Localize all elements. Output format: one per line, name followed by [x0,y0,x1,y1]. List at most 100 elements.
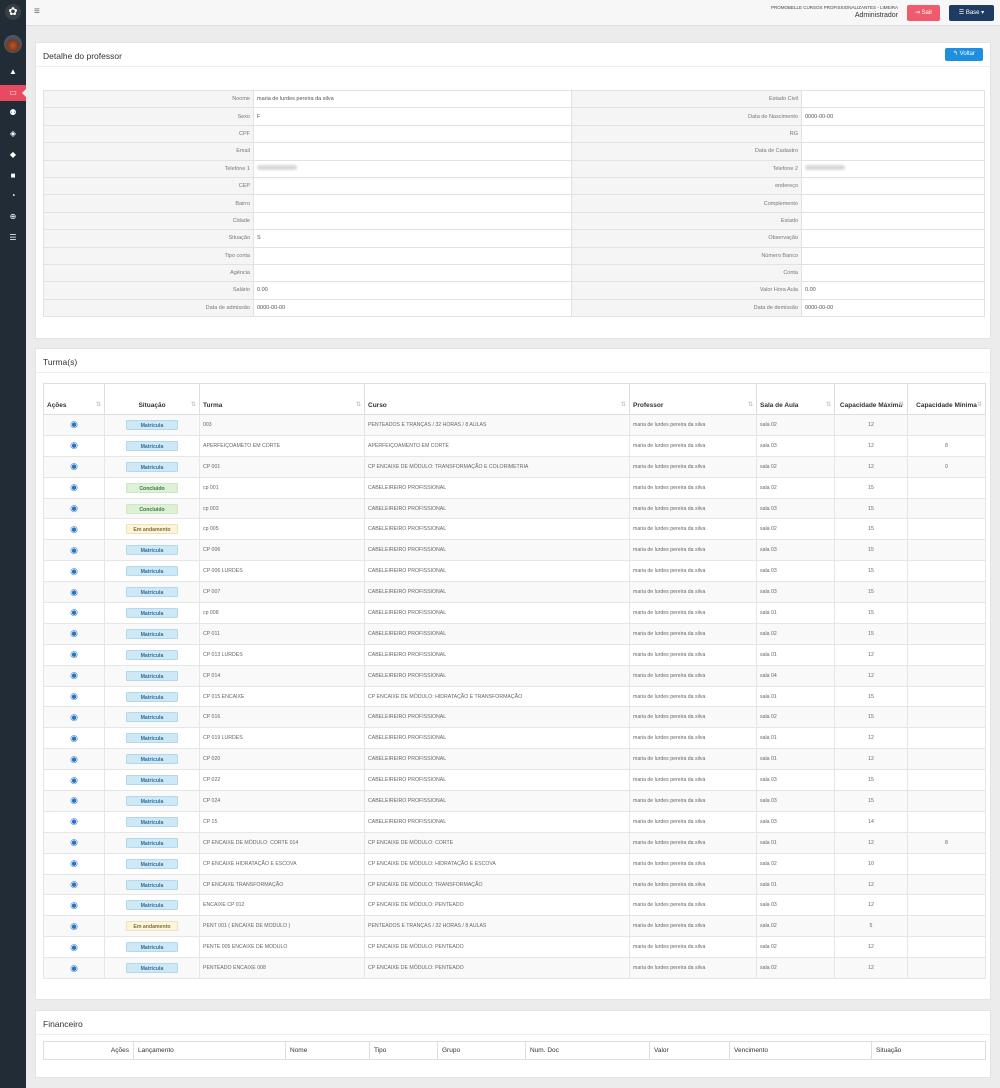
view-eye-icon[interactable]: ◉ [70,419,78,429]
sidebar-item-dashboard[interactable]: ▲ [0,64,26,80]
view-eye-icon[interactable]: ◉ [70,607,78,617]
view-eye-icon[interactable]: ◉ [70,733,78,743]
status-badge: Matricula [126,942,178,953]
detail-value [253,124,572,144]
view-eye-icon[interactable]: ◉ [70,670,78,680]
column-header[interactable]: Curso ⇅ [364,383,630,415]
detail-value [801,124,985,144]
status-badge: Matricula [126,566,178,577]
sidebar-item-users[interactable]: ⚉ [0,105,26,121]
status-badge: Matricula [126,628,178,639]
view-eye-icon[interactable]: ◉ [70,691,78,701]
status-cell: Matricula [104,685,200,708]
sidebar-item-laptop[interactable]: ▭ [0,84,26,101]
column-header[interactable]: Num. Doc [525,1041,650,1060]
actions-cell: ◉ [43,706,105,729]
detail-label: Valor Hora Aula [571,281,802,300]
professor-cell: maria de lurdes pereira da silva [629,643,757,666]
column-header[interactable]: Ações ⇅ [43,383,105,415]
column-header[interactable]: Capacidade Mínima ⇅ [907,383,986,415]
column-header[interactable]: Lançamento [133,1041,286,1060]
detail-value: S [253,229,572,248]
view-eye-icon[interactable]: ◉ [70,628,78,638]
view-eye-icon[interactable]: ◉ [70,879,78,889]
column-header[interactable]: Situação [871,1041,986,1060]
view-eye-icon[interactable]: ◉ [70,461,78,471]
laptop-icon: ▭ [9,87,17,97]
detail-value [801,229,985,248]
column-header[interactable]: Situação ⇅ [104,383,200,415]
column-header[interactable]: Valor [649,1041,730,1060]
column-header[interactable]: Professor ⇅ [629,383,757,415]
sidebar-item-plus-circle[interactable]: ⊕ [0,209,26,225]
view-eye-icon[interactable]: ◉ [70,816,78,826]
menu-toggle-icon[interactable]: ≡ [34,6,40,17]
sort-icon[interactable]: ⇅ [899,401,904,408]
view-eye-icon[interactable]: ◉ [70,837,78,847]
view-eye-icon[interactable]: ◉ [70,795,78,805]
view-eye-icon[interactable]: ◉ [70,649,78,659]
logout-button[interactable]: ⇥ Sair [907,5,940,21]
column-header[interactable]: Tipo [369,1041,438,1060]
avatar[interactable] [4,35,22,53]
status-cell: Matricula [104,873,200,896]
sala-cell: sala 01 [756,748,835,771]
sort-icon[interactable]: ⇅ [826,401,831,408]
curso-cell: CABELEIREIRO PROFISSIONAL [364,560,630,583]
view-eye-icon[interactable]: ◉ [70,858,78,868]
sidebar-item-list[interactable]: ☰ [0,230,26,246]
sidebar-item-book[interactable]: ■ [0,168,26,184]
status-cell: Matricula [104,539,200,562]
detail-value: 0.00 [253,281,572,300]
curso-cell: CABELEIREIRO PROFISSIONAL [364,790,630,812]
status-cell: Concluido [104,476,200,499]
sala-cell: sala 02 [756,957,835,980]
back-button[interactable]: ↰ Voltar [945,48,983,61]
view-eye-icon[interactable]: ◉ [70,921,78,931]
curso-cell: CABELEIREIRO PROFISSIONAL [364,518,630,541]
status-badge: Matricula [126,440,178,451]
curso-cell: CABELEIREIRO PROFISSIONAL [364,727,630,750]
column-header[interactable]: Grupo [437,1041,526,1060]
view-eye-icon[interactable]: ◉ [70,503,78,513]
view-eye-icon[interactable]: ◉ [70,900,78,910]
view-eye-icon[interactable]: ◉ [70,524,78,534]
view-eye-icon[interactable]: ◉ [70,545,78,555]
capacidade-maxima-cell: 10 [834,852,908,875]
sidebar-item-graduation[interactable]: ◆ [0,147,26,163]
column-header[interactable]: Vencimento [729,1041,872,1060]
column-header[interactable]: Sala de Aula ⇅ [756,383,835,415]
sort-icon[interactable]: ⇅ [96,401,101,408]
financeiro-panel: Financeiro Ações Lançamento Nome Tipo Grupo N… [35,1010,991,1078]
column-header[interactable]: Capacidade Máxima ⇅ [834,383,908,415]
curso-cell: CABELEIREIRO PROFISSIONAL [364,602,630,624]
view-eye-icon[interactable]: ◉ [70,712,78,722]
sidebar-item-box[interactable]: ◈ [0,126,26,142]
view-eye-icon[interactable]: ◉ [70,963,78,973]
sort-icon[interactable]: ⇅ [748,401,753,408]
view-eye-icon[interactable]: ◉ [70,775,78,785]
base-dropdown-button[interactable]: ☰ Base ▾ [949,5,994,21]
view-eye-icon[interactable]: ◉ [70,587,78,597]
view-eye-icon[interactable]: ◉ [70,440,78,450]
column-header[interactable]: Turma ⇅ [199,383,365,415]
sort-icon[interactable]: ⇅ [621,401,626,408]
view-eye-icon[interactable]: ◉ [70,566,78,576]
column-header[interactable]: Ações [43,1041,134,1060]
turma-cell: CP 007 [199,581,365,604]
table-row: ◉ Matricula cp 008 CABELEIREIRO PROFISSIONA… [43,602,986,624]
actions-cell: ◉ [43,539,105,562]
status-badge: Em andamento [126,524,178,535]
view-eye-icon[interactable]: ◉ [70,754,78,764]
sort-icon[interactable]: ⇅ [356,401,361,408]
capacidade-minima-cell [907,581,986,604]
sidebar-item-pie[interactable]: ◔ [0,188,26,204]
sort-icon[interactable]: ⇅ [977,401,982,408]
view-eye-icon[interactable]: ◉ [70,482,78,492]
view-eye-icon[interactable]: ◉ [70,942,78,952]
turma-cell: cp 008 [199,602,365,624]
status-cell: Matricula [104,894,200,917]
sort-icon[interactable]: ⇅ [191,401,196,408]
brand-logo-icon[interactable]: ✿ [5,4,21,20]
column-header[interactable]: Nome [285,1041,370,1060]
